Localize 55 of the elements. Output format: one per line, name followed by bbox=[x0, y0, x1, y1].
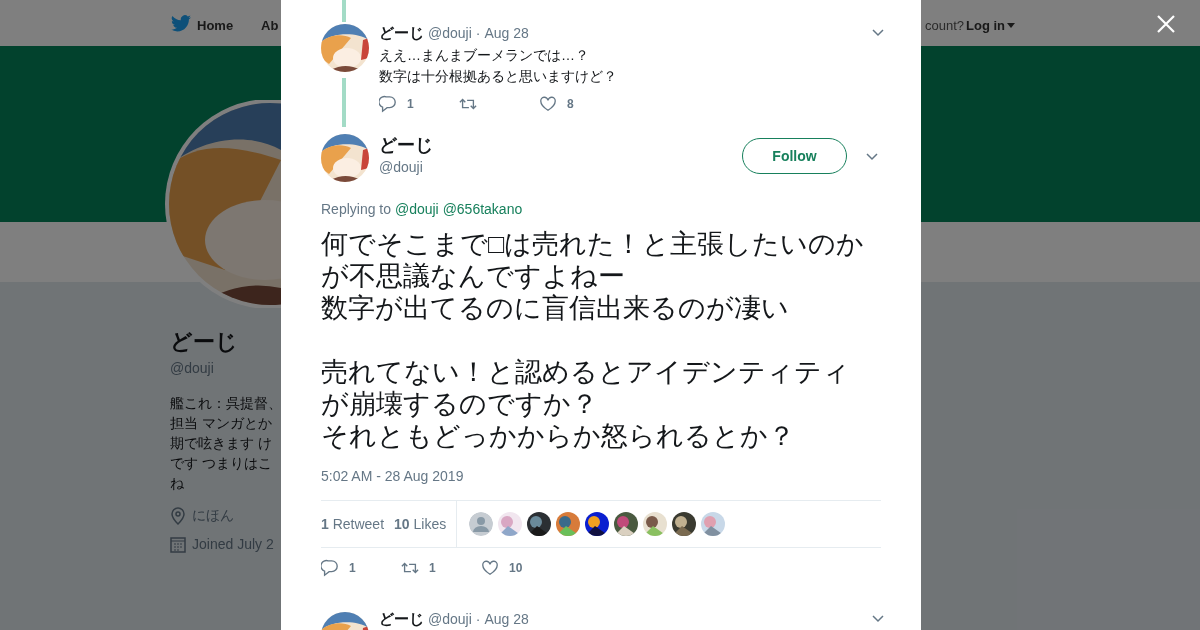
joined-date: Joined July 2 bbox=[192, 535, 274, 554]
heart-icon[interactable] bbox=[539, 94, 557, 113]
action-count: 1 bbox=[349, 560, 356, 577]
stat-link[interactable]: 1 Retweet bbox=[321, 513, 385, 535]
separator-dot: · bbox=[475, 609, 481, 629]
bio-line: です つまりはこ bbox=[170, 454, 273, 473]
tweet-timestamp: 5:02 AM - 28 Aug 2019 bbox=[321, 467, 465, 486]
action-count: 8 bbox=[567, 95, 574, 113]
heart-icon[interactable] bbox=[481, 559, 499, 577]
login-link[interactable]: Log in bbox=[966, 16, 1015, 36]
tweet-text-line: が不思議なんですよねー bbox=[321, 260, 625, 292]
action-count: 1 bbox=[429, 560, 436, 577]
author-name: どーじ bbox=[379, 134, 433, 157]
tweet-text-line: 数字は十分根拠あると思いますけど？ bbox=[379, 66, 617, 86]
author-handle: @douji bbox=[379, 158, 424, 177]
tweet-text-line: それともどっかからか怒られるとか？ bbox=[321, 420, 795, 452]
mention-link[interactable]: @douji bbox=[394, 201, 439, 217]
reply-icon[interactable] bbox=[321, 559, 339, 577]
profile-name: どーじ bbox=[170, 328, 239, 356]
account-prompt: count? bbox=[925, 17, 965, 35]
separator-dot: · bbox=[475, 23, 481, 43]
bio-line: ね bbox=[170, 474, 185, 493]
follow-button[interactable]: Follow bbox=[742, 138, 847, 174]
close-icon[interactable] bbox=[1157, 15, 1175, 33]
caret-icon bbox=[1007, 23, 1015, 29]
bio-line: 担当 マンガとか bbox=[170, 414, 273, 433]
tweet-text-line: ええ…まんまブーメランでは…？ bbox=[379, 45, 589, 65]
home-link[interactable]: Home bbox=[197, 16, 234, 36]
action-count: 10 bbox=[509, 560, 523, 577]
stat-link[interactable]: 10 Likes bbox=[394, 513, 447, 535]
profile-handle: @douji bbox=[170, 359, 215, 378]
calendar-icon bbox=[170, 536, 186, 553]
tweet-date: Aug 28 bbox=[484, 609, 529, 629]
about-link[interactable]: Ab bbox=[261, 16, 279, 36]
location-text: にほん bbox=[192, 506, 234, 525]
action-count: 1 bbox=[407, 95, 414, 113]
author-name: どーじ bbox=[379, 23, 424, 43]
tweet-text-line: が崩壊するのですか？ bbox=[321, 388, 598, 420]
tweet-text-line: 何でそこまで□は売れた！と主張したいのか bbox=[321, 228, 865, 260]
author-handle: @douji bbox=[428, 23, 472, 43]
chevron-down-icon[interactable] bbox=[872, 29, 884, 38]
chevron-down-icon[interactable] bbox=[866, 153, 878, 161]
reply-icon[interactable] bbox=[379, 94, 397, 113]
mention-link[interactable]: @656takano bbox=[442, 201, 523, 217]
author-handle: @douji bbox=[428, 609, 472, 629]
tweet-date: Aug 28 bbox=[484, 23, 529, 43]
tweet-text-line: 数字が出てるのに盲信出来るのが凄い bbox=[321, 292, 789, 324]
default-avatar-icon[interactable] bbox=[469, 512, 494, 536]
author-name: どーじ bbox=[379, 609, 424, 629]
bio-line: 期で呟きます け bbox=[170, 434, 273, 453]
location-pin-icon bbox=[170, 506, 186, 525]
chevron-down-icon[interactable] bbox=[872, 615, 884, 624]
tweet-text-line: 売れてない！と認めるとアイデンティティ bbox=[321, 356, 850, 388]
bio-line: 艦これ：呉提督、 bbox=[170, 394, 282, 413]
replying-to-text: Replying to @douji @656takano bbox=[321, 200, 524, 218]
